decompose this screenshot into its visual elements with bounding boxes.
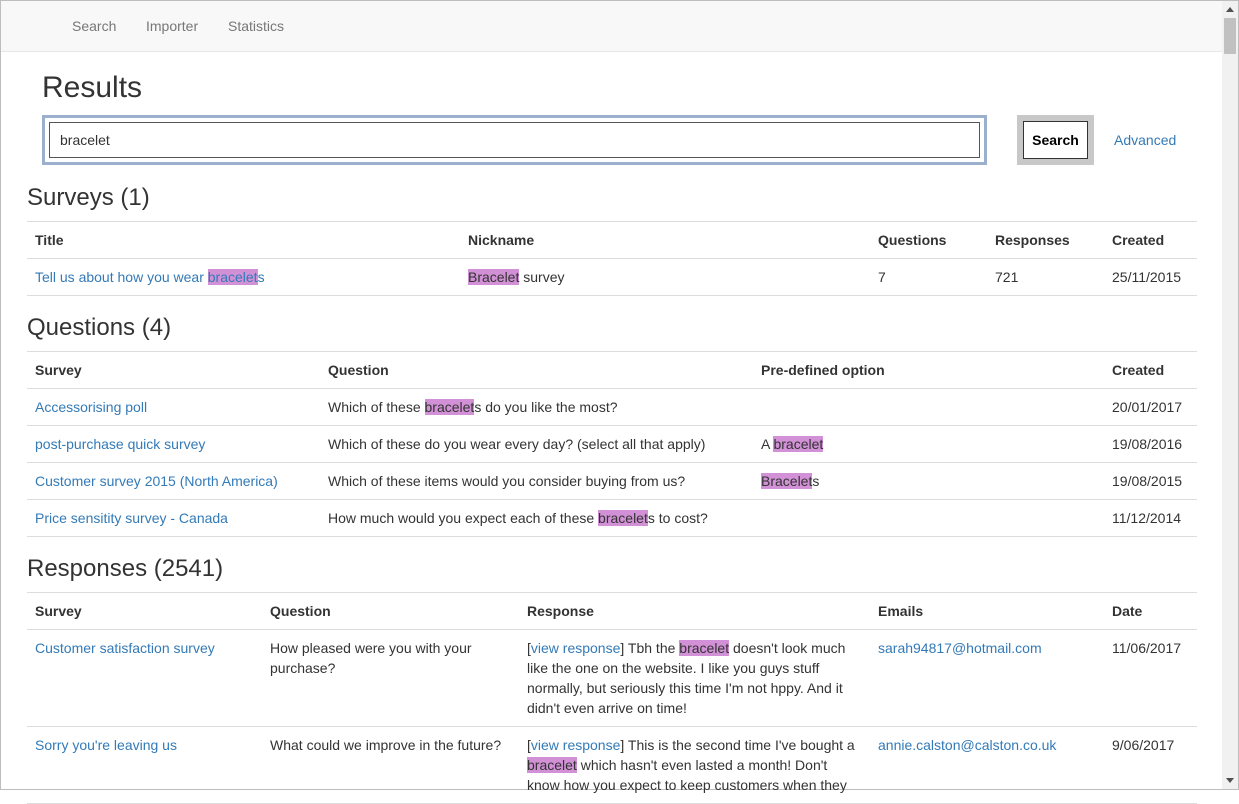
col-survey: Survey — [27, 592, 262, 630]
view-response-link[interactable]: view response — [531, 737, 621, 753]
highlight: bracelet — [598, 510, 648, 526]
created-date: 20/01/2017 — [1104, 388, 1197, 426]
page-title: Results — [42, 71, 143, 104]
scroll-thumb[interactable] — [1224, 18, 1236, 54]
highlight: bracelet — [207, 269, 258, 285]
scroll-down-arrow-icon[interactable] — [1226, 778, 1234, 783]
text: s to cost? — [647, 510, 708, 526]
view-response-link[interactable]: view response — [531, 640, 621, 656]
surveys-heading: Surveys (1) — [27, 184, 150, 211]
table-row: Sorry you're leaving us What could we imp… — [27, 726, 1197, 804]
responses-table: Survey Question Response Emails Date Cus… — [27, 592, 1197, 804]
survey-link[interactable]: Customer satisfaction survey — [35, 640, 215, 656]
text: s — [257, 269, 265, 285]
text: s do you like the most? — [474, 399, 618, 415]
table-row: post-purchase quick survey Which of these… — [27, 425, 1197, 463]
highlight: bracelet — [527, 757, 577, 773]
highlight: bracelet — [424, 399, 475, 415]
col-nickname: Nickname — [460, 221, 870, 259]
col-date: Date — [1104, 592, 1197, 630]
top-navbar: Search Importer Statistics — [1, 1, 1222, 52]
created-date: 25/11/2015 — [1104, 258, 1197, 296]
text: s — [812, 473, 820, 489]
created-date: 11/12/2014 — [1104, 499, 1197, 537]
question-text: How pleased were you with your purchase? — [262, 629, 519, 727]
col-created: Created — [1104, 351, 1197, 389]
bracket: ] — [620, 640, 628, 656]
table-row: Customer satisfaction survey How pleased … — [27, 629, 1197, 727]
text: Tbh the — [627, 640, 680, 656]
questions-count: 7 — [870, 258, 987, 296]
survey-link[interactable]: Accessorising poll — [35, 399, 147, 415]
col-response: Response — [519, 592, 870, 630]
text: survey — [519, 269, 565, 285]
created-date: 19/08/2015 — [1104, 462, 1197, 500]
email-link[interactable]: annie.calston@calston.co.uk — [878, 737, 1056, 753]
col-questions: Questions — [870, 221, 987, 259]
col-survey: Survey — [27, 351, 320, 389]
nav-importer[interactable]: Importer — [146, 18, 198, 34]
text: Tell us about how you wear — [35, 269, 208, 285]
col-question: Question — [262, 592, 519, 630]
vertical-scrollbar[interactable] — [1222, 1, 1238, 789]
text: Which of these items would you consider … — [328, 473, 686, 489]
text: A — [761, 436, 774, 452]
text: This is the second time I've bought a — [627, 737, 855, 753]
table-row: Tell us about how you wear bracelets Bra… — [27, 258, 1197, 296]
search-button[interactable]: Search — [1023, 121, 1088, 159]
col-question: Question — [320, 351, 753, 389]
highlight: Bracelet — [761, 473, 813, 489]
search-button-wrapper: Search — [1017, 115, 1094, 165]
question-text: What could we improve in the future? — [262, 726, 519, 804]
col-responses: Responses — [987, 221, 1104, 259]
nav-statistics[interactable]: Statistics — [228, 18, 284, 34]
created-date: 19/08/2016 — [1104, 425, 1197, 463]
highlight: bracelet — [773, 436, 824, 452]
text: Which of these — [328, 399, 425, 415]
col-title: Title — [27, 221, 460, 259]
responses-heading: Responses (2541) — [27, 555, 224, 582]
email-link[interactable]: sarah94817@hotmail.com — [878, 640, 1042, 656]
questions-table: Survey Question Pre-defined option Creat… — [27, 351, 1197, 537]
highlight: Bracelet — [468, 269, 520, 285]
response-date: 11/06/2017 — [1104, 629, 1197, 727]
responses-count: 721 — [987, 258, 1104, 296]
response-date: 9/06/2017 — [1104, 726, 1197, 804]
survey-link[interactable]: Sorry you're leaving us — [35, 737, 177, 753]
table-row: Accessorising poll Which of these bracele… — [27, 388, 1197, 426]
survey-title-link[interactable]: Tell us about how you wear bracelets — [35, 269, 265, 285]
advanced-search-link[interactable]: Advanced — [1114, 132, 1176, 148]
highlight: bracelet — [679, 640, 730, 656]
text: Which of these do you wear every day? (s… — [328, 436, 706, 452]
survey-link[interactable]: post-purchase quick survey — [35, 436, 205, 452]
table-row: Customer survey 2015 (North America) Whic… — [27, 462, 1197, 500]
search-input[interactable] — [49, 122, 980, 158]
text: How much would you expect each of these — [328, 510, 599, 526]
col-created: Created — [1104, 221, 1197, 259]
nav-search[interactable]: Search — [72, 18, 116, 34]
scroll-up-arrow-icon[interactable] — [1226, 7, 1234, 12]
bracket: ] — [620, 737, 628, 753]
surveys-table: Title Nickname Questions Responses Creat… — [27, 221, 1197, 296]
questions-heading: Questions (4) — [27, 314, 172, 341]
table-row: Price sensitity survey - Canada How much … — [27, 499, 1197, 537]
survey-link[interactable]: Price sensitity survey - Canada — [35, 510, 228, 526]
survey-link[interactable]: Customer survey 2015 (North America) — [35, 473, 278, 489]
col-predefined-option: Pre-defined option — [753, 351, 1104, 389]
search-input-wrapper — [42, 115, 987, 165]
col-emails: Emails — [870, 592, 1104, 630]
